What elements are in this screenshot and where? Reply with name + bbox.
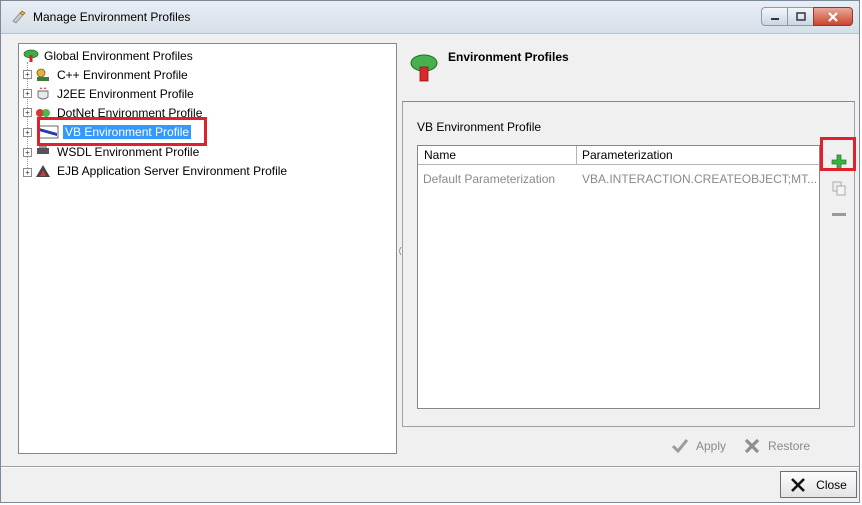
- maximize-icon: [795, 12, 806, 21]
- close-window-button[interactable]: [813, 7, 853, 26]
- expand-toggle[interactable]: +: [23, 108, 32, 117]
- close-label: Close: [816, 477, 847, 492]
- profile-box: VB Environment Profile Name Parameteriza…: [402, 101, 855, 427]
- maximize-button[interactable]: [787, 7, 813, 26]
- highlight-box: [820, 137, 856, 171]
- row-name-cell: Default Parameterization: [423, 172, 556, 186]
- close-icon: [828, 11, 838, 22]
- checkmark-icon: [672, 439, 688, 453]
- globe-profile-icon: [23, 49, 39, 62]
- parameterization-table[interactable]: Name Parameterization Default Parameteri…: [417, 145, 820, 409]
- expand-toggle[interactable]: +: [23, 89, 32, 98]
- tree-item-label: WSDL Environment Profile: [57, 144, 200, 157]
- tree-item-label: J2EE Environment Profile: [57, 86, 194, 101]
- cpp-profile-icon: [36, 68, 49, 81]
- panel-header: Environment Profiles: [402, 43, 858, 99]
- expand-toggle[interactable]: +: [23, 148, 32, 157]
- column-divider[interactable]: [576, 146, 577, 164]
- tree-item-cpp[interactable]: C++ Environment Profile: [35, 66, 190, 83]
- close-button[interactable]: Close: [780, 471, 857, 498]
- panel-title: Environment Profiles: [448, 50, 569, 64]
- dialog-window: Manage Environment Profiles Global Envir…: [0, 0, 860, 503]
- footer-divider: [1, 466, 859, 468]
- tree-item-label: C++ Environment Profile: [57, 67, 188, 82]
- expand-toggle[interactable]: +: [23, 168, 32, 177]
- restore-label: Restore: [768, 439, 811, 453]
- title-bar[interactable]: Manage Environment Profiles: [1, 1, 859, 34]
- copy-button[interactable]: [828, 178, 850, 198]
- expand-toggle[interactable]: +: [23, 70, 32, 79]
- j2ee-profile-icon: [37, 87, 49, 99]
- restore-button[interactable]: Restore: [744, 439, 810, 453]
- table-header: Name Parameterization: [418, 146, 819, 165]
- tree-item-label: EJB Application Server Environment Profi…: [57, 163, 288, 178]
- profile-details-panel: Environment Profiles VB Environment Prof…: [402, 43, 858, 463]
- apply-button[interactable]: Apply: [672, 439, 726, 453]
- remove-button[interactable]: [828, 204, 850, 224]
- tree-root[interactable]: Global Environment Profiles: [23, 47, 195, 64]
- app-icon: [12, 10, 26, 24]
- tree-root-label: Global Environment Profiles: [44, 48, 193, 63]
- profiles-tree[interactable]: Global Environment Profiles + C++ Enviro…: [18, 43, 397, 454]
- window-title: Manage Environment Profiles: [33, 10, 191, 24]
- window-controls: [761, 7, 853, 27]
- panel-actions: Apply Restore: [672, 435, 810, 457]
- close-x-icon: [791, 477, 806, 492]
- column-header-name[interactable]: Name: [424, 148, 456, 162]
- expand-toggle[interactable]: +: [23, 128, 32, 137]
- environment-profiles-icon: [410, 54, 438, 82]
- highlight-box: [37, 117, 207, 146]
- minus-icon: [832, 213, 846, 216]
- profile-name-label: VB Environment Profile: [417, 120, 542, 134]
- row-parameterization-cell: VBA.INTERACTION.CREATEOBJECT;MT...: [582, 172, 818, 186]
- tree-item-ejb[interactable]: EJB Application Server Environment Profi…: [35, 162, 289, 179]
- minimize-button[interactable]: [761, 7, 787, 26]
- copy-icon: [832, 181, 846, 196]
- minimize-icon: [770, 17, 779, 20]
- ejb-profile-icon: [36, 164, 50, 177]
- column-header-parameterization[interactable]: Parameterization: [582, 148, 673, 162]
- tree-item-j2ee[interactable]: J2EE Environment Profile: [35, 85, 196, 102]
- apply-label: Apply: [696, 439, 727, 453]
- x-icon: [744, 439, 760, 453]
